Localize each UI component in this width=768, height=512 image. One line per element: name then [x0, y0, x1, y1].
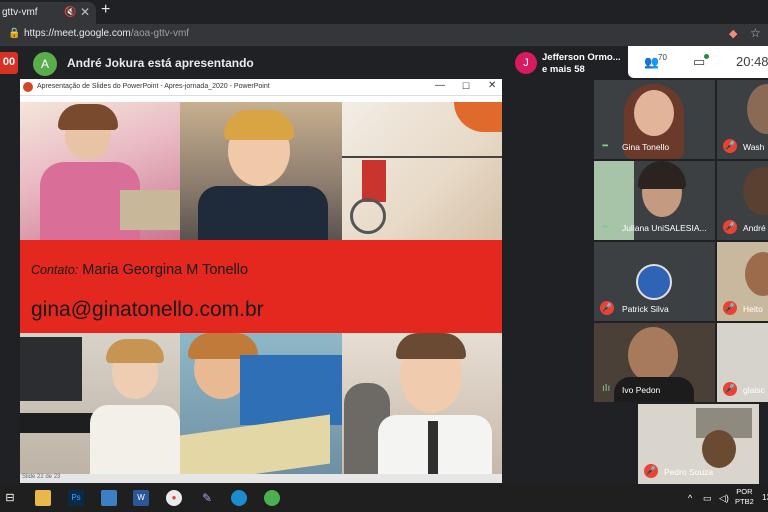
contact-label: Contato: — [31, 263, 79, 277]
app-icon[interactable] — [264, 490, 280, 506]
close-icon[interactable]: ✕ — [80, 5, 90, 19]
close-button[interactable]: ✕ — [488, 80, 496, 91]
participant-name: Ivo Pedon — [622, 385, 661, 395]
participant-name: Wash — [743, 142, 765, 152]
maximize-button[interactable]: ☐ — [462, 81, 470, 92]
contact-line: Contato: Maria Georgina M Tonello — [31, 262, 248, 278]
participant-tile[interactable]: ••• Gina Tonello — [594, 80, 715, 159]
participant-tile[interactable]: ••• Juliana UniSALESIA... — [594, 161, 715, 240]
participant-name: Heito — [743, 304, 763, 314]
volume-icon[interactable]: ◁) — [719, 493, 729, 504]
photos-icon[interactable] — [101, 490, 117, 506]
contact-band: Contato: Maria Georgina M Tonello gina@g… — [20, 240, 502, 333]
ppt-window-title: Apresentação de Slides do PowerPoint - A… — [37, 83, 270, 90]
participant-name: Juliana UniSALESIA... — [622, 223, 707, 233]
slide: Contato: Maria Georgina M Tonello gina@g… — [20, 102, 502, 474]
presentation-window: Apresentação de Slides do PowerPoint - A… — [20, 79, 502, 483]
paint-icon[interactable]: ✎ — [199, 490, 215, 506]
input-language[interactable]: POR PTB2 — [735, 487, 754, 507]
chat-notification-dot — [704, 54, 709, 59]
system-clock[interactable]: 13 — [762, 493, 768, 502]
joined-name: Jefferson Ormo... — [542, 52, 621, 63]
photo-girl-laptop — [20, 102, 180, 240]
photo-boy-smiling — [180, 102, 342, 240]
speaking-wave-icon: ıIı — [602, 383, 611, 394]
participant-tile[interactable]: 🎤 Patrick Silva — [594, 242, 715, 321]
participant-tile[interactable]: 🎤 Heito — [717, 242, 768, 321]
url-host: https://meet.google.com — [24, 28, 131, 39]
avatar: J — [515, 52, 537, 74]
ppt-title-bar: Apresentação de Slides do PowerPoint - A… — [20, 79, 502, 96]
contact-name: Maria Georgina M Tonello — [82, 262, 249, 278]
participant-tile[interactable]: 🎤 André — [717, 161, 768, 240]
mic-off-icon: 🎤 — [600, 301, 614, 315]
photo-girl-computer — [20, 333, 180, 474]
taskbar: ⊟ Ps W ● ✎ ^ ▭ ◁) PORPTB2 13 — [0, 484, 768, 512]
edge-icon[interactable] — [231, 490, 247, 506]
recording-badge: 00 — [0, 52, 18, 74]
photo-wheelchair-basketball — [342, 102, 502, 240]
chrome-icon[interactable]: ● — [166, 490, 182, 506]
task-view-icon[interactable]: ⊟ — [2, 490, 18, 506]
address-bar[interactable]: 🔒 https://meet.google.com/aoa-gttv-vmf ◆… — [0, 24, 768, 46]
word-icon[interactable]: W — [133, 490, 149, 506]
participant-tile[interactable]: 🎤 Pedro Souza — [638, 404, 759, 484]
photo-boy-reading — [180, 333, 342, 474]
lang-top: POR — [736, 487, 753, 496]
new-tab-button[interactable]: + — [101, 1, 110, 19]
meet-controls: 👥 70 ▭ 20:48 — [628, 46, 768, 78]
url-text[interactable]: https://meet.google.com/aoa-gttv-vmf — [24, 28, 189, 39]
lang-bottom: PTB2 — [735, 497, 754, 506]
powerpoint-icon — [23, 82, 33, 92]
network-icon[interactable]: ▭ — [703, 493, 712, 504]
participant-name: glaisc — [743, 385, 765, 395]
speaking-indicator-icon: ••• — [602, 141, 608, 150]
speaker-muted-icon[interactable]: 🔇 — [64, 7, 76, 18]
tab-title: gttv-vmf — [2, 7, 38, 18]
presenter-status: André Jokura está apresentando — [67, 56, 254, 70]
mic-off-icon: 🎤 — [723, 220, 737, 234]
url-path: /aoa-gttv-vmf — [130, 28, 190, 39]
contact-email: gina@ginatonello.com.br — [31, 298, 264, 321]
photoshop-icon[interactable]: Ps — [68, 490, 84, 506]
speaking-indicator-icon: ••• — [602, 222, 608, 231]
people-icon[interactable]: 👥 — [644, 55, 659, 69]
mic-off-icon: 🎤 — [723, 382, 737, 396]
chevron-up-icon[interactable]: ^ — [688, 493, 692, 503]
minimize-button[interactable]: — — [435, 80, 445, 91]
browser-tab[interactable]: gttv-vmf 🔇 ✕ — [0, 2, 96, 24]
participant-name: André — [743, 223, 766, 233]
joined-more: e mais 58 — [542, 64, 585, 75]
star-icon[interactable]: ☆ — [750, 26, 761, 40]
participant-tile[interactable]: 🎤 Wash — [717, 80, 768, 159]
mic-off-icon: 🎤 — [723, 139, 737, 153]
camera-blocked-icon[interactable]: ◆ — [729, 27, 737, 40]
participant-tile[interactable]: 🎤 glaisc — [717, 323, 768, 402]
browser-tab-strip: gttv-vmf 🔇 ✕ + — [0, 0, 768, 24]
participant-name: Patrick Silva — [622, 304, 669, 314]
joined-notification: J Jefferson Ormo... e mais 58 — [510, 46, 628, 80]
presenter-avatar: A — [33, 52, 57, 76]
photo-young-man-headset — [342, 333, 502, 474]
lock-icon[interactable]: 🔒 — [8, 28, 20, 39]
participant-name: Pedro Souza — [664, 467, 714, 477]
slide-number: Slide 22 de 23 — [22, 474, 61, 480]
ppt-status-bar: Slide 22 de 23 — [20, 474, 502, 483]
people-count: 70 — [658, 53, 667, 62]
file-explorer-icon[interactable] — [35, 490, 51, 506]
mic-off-icon: 🎤 — [644, 464, 658, 478]
meeting-clock: 20:48 — [736, 54, 768, 69]
mic-off-icon: 🎤 — [723, 301, 737, 315]
participant-tile[interactable]: ıIı Ivo Pedon — [594, 323, 715, 402]
participant-name: Gina Tonello — [622, 142, 670, 152]
